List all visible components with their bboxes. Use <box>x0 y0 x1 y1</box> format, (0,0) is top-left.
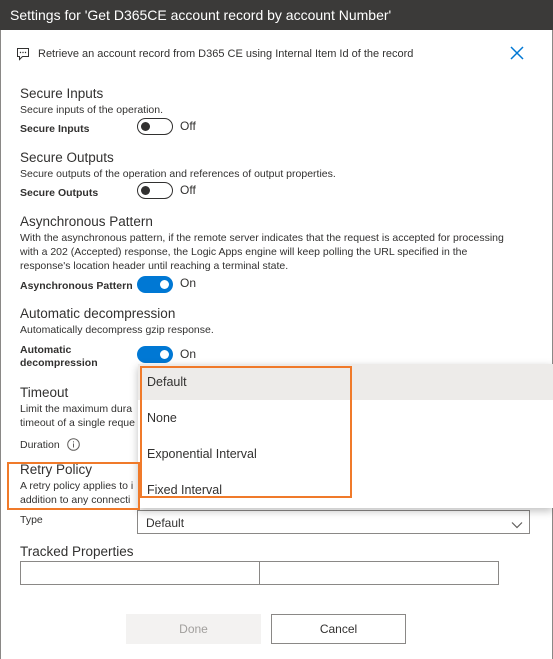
secure-outputs-state: Off <box>180 183 196 197</box>
dropdown-option-none[interactable]: None <box>138 400 553 436</box>
timeout-title: Timeout <box>20 385 69 400</box>
decompression-label: Automatic decompression <box>20 344 98 370</box>
chat-bubble-icon <box>16 47 30 61</box>
close-icon[interactable] <box>508 44 526 62</box>
window-title: Settings for 'Get D365CE account record … <box>0 0 553 30</box>
dropdown-option-exponential-interval[interactable]: Exponential Interval <box>138 436 553 472</box>
decompression-toggle[interactable] <box>137 346 173 363</box>
toggle-knob <box>160 350 169 359</box>
secure-outputs-toggle[interactable] <box>137 182 173 199</box>
dropdown-option-fixed-interval[interactable]: Fixed Interval <box>138 472 553 508</box>
async-pattern-label: Asynchronous Pattern <box>20 280 133 292</box>
duration-label: Duration <box>20 439 60 451</box>
type-label: Type <box>20 514 43 526</box>
decompression-title: Automatic decompression <box>20 306 176 321</box>
description-line: With the asynchronous pattern, if the re… <box>20 232 504 244</box>
info-icon[interactable] <box>67 438 80 451</box>
header-description: Retrieve an account record from D365 CE … <box>16 45 536 63</box>
label-line: Automatic <box>20 344 72 356</box>
toggle-knob <box>141 185 150 195</box>
label-line: decompression <box>20 357 98 369</box>
chevron-down-icon <box>511 517 523 529</box>
secure-inputs-toggle[interactable] <box>137 118 173 135</box>
dropdown-option-default[interactable]: Default <box>138 364 553 400</box>
retry-type-value: Default <box>146 516 185 530</box>
retry-type-dropdown: Default None Exponential Interval Fixed … <box>138 364 553 508</box>
secure-inputs-title: Secure Inputs <box>20 86 104 101</box>
decompression-state: On <box>180 347 197 361</box>
async-pattern-state: On <box>180 276 197 290</box>
toggle-knob <box>141 121 150 131</box>
description-line: with a 202 (Accepted) response, the Logi… <box>20 246 468 258</box>
secure-inputs-label: Secure Inputs <box>20 123 90 135</box>
retry-type-select[interactable]: Default <box>137 510 530 534</box>
secure-inputs-description: Secure inputs of the operation. <box>20 104 164 116</box>
tracked-property-key-input[interactable] <box>20 561 260 585</box>
secure-outputs-label: Secure Outputs <box>20 187 99 199</box>
async-pattern-title: Asynchronous Pattern <box>20 214 153 229</box>
secure-inputs-state: Off <box>180 119 196 133</box>
cancel-button[interactable]: Cancel <box>271 614 406 644</box>
tracked-property-value-input[interactable] <box>259 561 499 585</box>
description-line: response's location header until reachin… <box>20 260 289 272</box>
operation-description: Retrieve an account record from D365 CE … <box>38 48 414 60</box>
async-pattern-toggle[interactable] <box>137 276 173 293</box>
toggle-knob <box>160 280 169 289</box>
decompression-description: Automatically decompress gzip response. <box>20 324 214 336</box>
retry-policy-title: Retry Policy <box>20 462 93 477</box>
secure-outputs-title: Secure Outputs <box>20 150 114 165</box>
done-button[interactable]: Done <box>126 614 261 644</box>
tracked-properties-title: Tracked Properties <box>20 544 134 559</box>
async-pattern-description: With the asynchronous pattern, if the re… <box>20 231 530 273</box>
secure-outputs-description: Secure outputs of the operation and refe… <box>20 168 336 180</box>
